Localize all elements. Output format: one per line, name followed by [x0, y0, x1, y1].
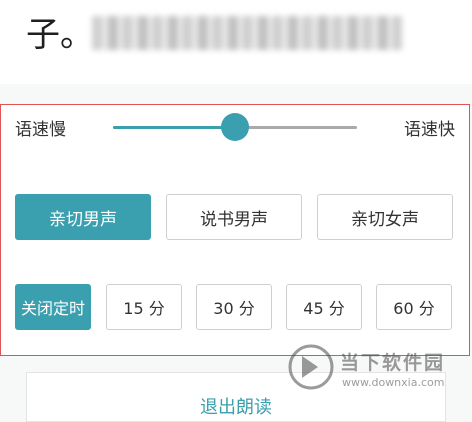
timer-button-off[interactable]: 关闭定时: [15, 284, 91, 330]
voice-button-storyteller-male[interactable]: 说书男声: [166, 194, 302, 240]
speed-slider-fill: [113, 126, 235, 129]
reading-text-area: 子。: [0, 0, 472, 84]
voice-button-kind-male[interactable]: 亲切男声: [15, 194, 151, 240]
read-aloud-settings-panel: 语速慢 语速快 亲切男声 说书男声 亲切女声 关闭定时 15 分 30 分 45…: [0, 104, 470, 356]
speed-fast-label: 语速快: [404, 120, 455, 140]
blurred-text: [92, 16, 402, 50]
exit-read-aloud-label: 退出朗读: [200, 397, 272, 418]
timer-button-60[interactable]: 60 分: [376, 284, 452, 330]
timer-button-30[interactable]: 30 分: [196, 284, 272, 330]
voice-button-kind-female[interactable]: 亲切女声: [317, 194, 453, 240]
speed-slider[interactable]: [113, 112, 357, 142]
speed-slow-label: 语速慢: [15, 120, 66, 140]
speed-slider-thumb[interactable]: [221, 113, 249, 141]
timer-button-45[interactable]: 45 分: [286, 284, 362, 330]
watermark-url: www.downxia.com: [342, 376, 445, 389]
watermark-name: 当下软件园: [340, 352, 446, 374]
watermark: 当下软件园 www.downxia.com: [286, 342, 462, 396]
watermark-logo-icon: [288, 344, 334, 390]
reading-text: 子。: [26, 15, 94, 55]
timer-button-15[interactable]: 15 分: [106, 284, 182, 330]
